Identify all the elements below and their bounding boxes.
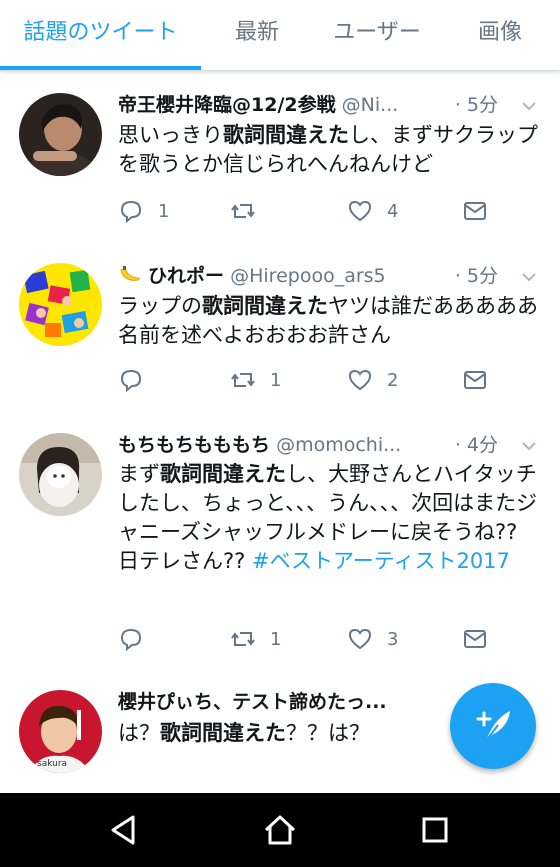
system-navigation-bar — [0, 793, 560, 867]
like-icon — [348, 369, 372, 391]
tweet[interactable]: もちもちもももち @momochi... · 4分 まず歌詞間違えたし、大野さん… — [0, 412, 560, 672]
tweet-text: まず歌詞間違えたし、大野さんとハイタッチしたし、ちょっと、、、うん、、、次回はま… — [118, 460, 538, 576]
display-name[interactable]: 帝王櫻井降臨@12/2参戦 — [118, 94, 336, 116]
direct-message-icon — [464, 371, 486, 389]
tweet-actions: 1 4 — [118, 196, 538, 226]
tweet[interactable]: ひれポー @Hirepooo_ars5 · 5分 ラップの歌詞間違えたヤツは誰だ… — [0, 242, 560, 413]
caret-down-icon[interactable] — [520, 268, 538, 286]
tweet-time: · 5分 — [454, 265, 498, 287]
tweet-actions: 1 3 — [118, 624, 538, 654]
display-name[interactable]: ひれポー — [148, 265, 224, 287]
retweet-button[interactable]: 1 — [230, 365, 281, 395]
avatar[interactable] — [19, 263, 102, 346]
tab-images[interactable]: 画像 — [462, 0, 538, 70]
like-count: 2 — [387, 369, 399, 391]
retweet-icon — [231, 632, 255, 646]
tweet-text-segment: 思いっきり — [118, 123, 223, 147]
banana-emoji-icon — [120, 266, 140, 281]
reply-button[interactable] — [118, 365, 158, 395]
search-tabs: 話題のツイート 最新 ユーザー 画像 — [0, 0, 560, 71]
direct-message-button[interactable] — [462, 365, 488, 395]
tweet-time: · 4分 — [454, 434, 498, 456]
recents-icon[interactable] — [416, 811, 454, 849]
caret-down-icon[interactable] — [520, 97, 538, 115]
active-tab-indicator — [0, 66, 201, 70]
hashtag-link[interactable]: #ベストアーティスト2017 — [252, 549, 510, 573]
retweet-button[interactable]: 1 — [230, 624, 281, 654]
display-name[interactable]: もちもちもももち — [118, 434, 270, 456]
reply-icon — [120, 628, 142, 652]
retweet-button[interactable] — [230, 196, 270, 226]
tab-top-tweets[interactable]: 話題のツイート — [0, 0, 201, 70]
avatar[interactable] — [19, 93, 102, 176]
tweet-text: ラップの歌詞間違えたヤツは誰だあああああ名前を述べよおおおお許さん — [118, 292, 538, 350]
user-handle[interactable]: @momochi... — [276, 434, 401, 456]
tweet[interactable]: 帝王櫻井降臨@12/2参戦 @Ni... · 5分 思いっきり歌詞間違えたし、ま… — [0, 71, 560, 243]
caret-down-icon[interactable] — [520, 437, 538, 455]
direct-message-button[interactable] — [462, 196, 488, 226]
tweet-text-segment: まず — [118, 462, 160, 486]
retweet-icon — [231, 373, 255, 387]
tweet-time: · 5分 — [454, 94, 498, 116]
tweet-text: 思いっきり歌詞間違えたし、まずサクラップを歌うとか信じられへんねんけど — [118, 121, 538, 179]
avatar[interactable] — [19, 433, 102, 516]
direct-message-button[interactable] — [462, 624, 488, 654]
search-term-highlight: 歌詞間違えた — [160, 721, 286, 745]
user-handle[interactable]: @Hirepooo_ars5 — [230, 265, 386, 287]
display-name[interactable]: 櫻井ぴぃち、テスト諦めたっ... — [118, 691, 387, 713]
reply-button[interactable]: 1 — [118, 196, 169, 226]
like-button[interactable]: 4 — [347, 196, 398, 226]
like-count: 3 — [387, 628, 399, 650]
like-button[interactable]: 3 — [347, 624, 398, 654]
search-term-highlight: 歌詞間違えた — [202, 294, 328, 318]
reply-icon — [120, 200, 142, 224]
search-term-highlight: 歌詞間違えた — [160, 462, 286, 486]
like-icon — [348, 200, 372, 222]
reply-count: 1 — [158, 200, 170, 222]
tab-users[interactable]: ユーザー — [322, 0, 432, 70]
like-button[interactable]: 2 — [347, 365, 398, 395]
tweet-actions: 1 2 — [118, 365, 538, 395]
tweet-text-segment: ？？は？ — [286, 721, 370, 745]
tweet-text-segment: は？ — [118, 721, 160, 745]
user-handle[interactable]: @Ni... — [342, 94, 399, 116]
direct-message-icon — [464, 202, 486, 220]
retweet-count: 1 — [270, 628, 282, 650]
retweet-icon — [231, 204, 255, 218]
direct-message-icon — [464, 630, 486, 648]
compose-tweet-icon — [476, 711, 510, 742]
avatar[interactable]: sakura — [19, 690, 102, 773]
like-count: 4 — [387, 200, 399, 222]
search-term-highlight: 歌詞間違えた — [223, 123, 349, 147]
tab-latest[interactable]: 最新 — [213, 0, 301, 70]
tweet-text-segment: ラップの — [118, 294, 202, 318]
avatar-caption: sakura — [37, 759, 67, 769]
reply-button[interactable] — [118, 624, 158, 654]
reply-icon — [120, 369, 142, 393]
compose-tweet-button[interactable] — [450, 683, 536, 769]
retweet-count: 1 — [270, 369, 282, 391]
home-icon[interactable] — [261, 811, 299, 849]
like-icon — [348, 628, 372, 650]
back-icon[interactable] — [105, 811, 143, 849]
